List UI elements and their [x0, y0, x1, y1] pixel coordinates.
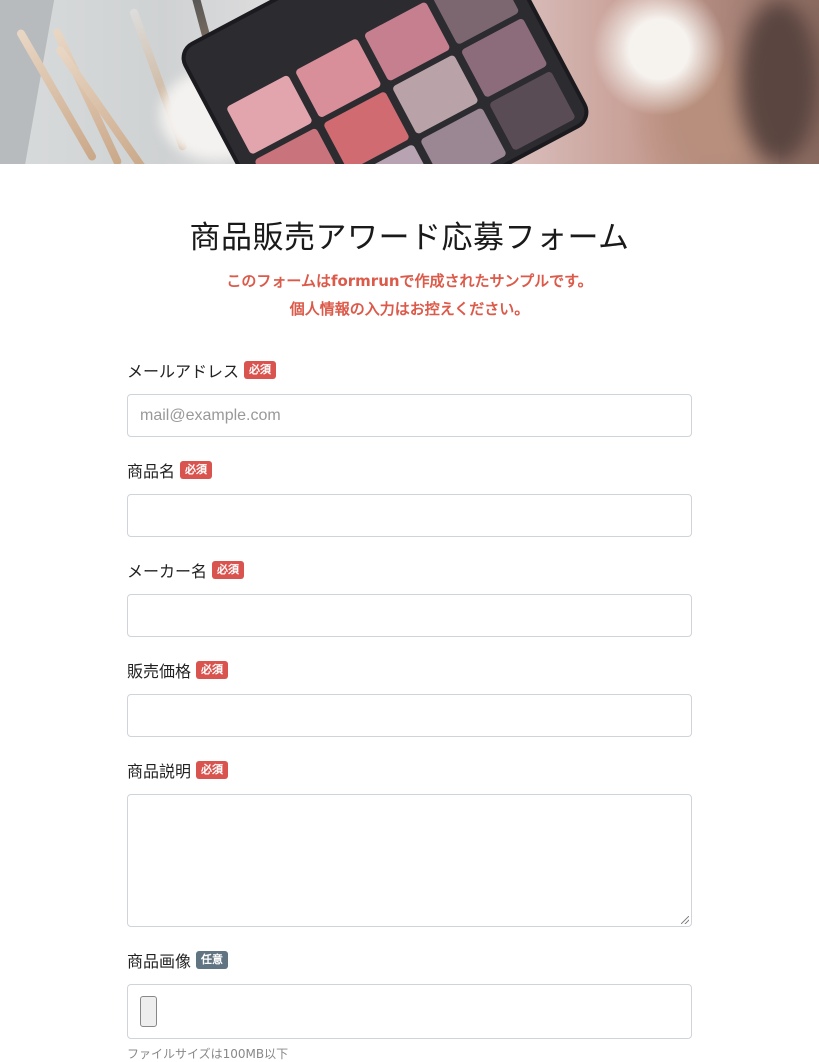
optional-badge: 任意 — [196, 951, 229, 969]
required-badge: 必須 — [212, 561, 245, 579]
email-label: メールアドレス — [127, 362, 240, 381]
price-field[interactable] — [127, 694, 692, 737]
price-label-row: 販売価格 必須 — [127, 659, 692, 681]
description-label-row: 商品説明 必須 — [127, 759, 692, 781]
page-title: 商品販売アワード応募フォーム — [189, 220, 630, 256]
description-textarea[interactable] — [127, 794, 692, 927]
description-group: 商品説明 必須 — [127, 759, 692, 927]
product-name-field[interactable] — [127, 494, 692, 537]
product-name-label-row: 商品名 必須 — [127, 459, 692, 481]
price-group: 販売価格 必須 — [127, 659, 692, 737]
file-select-button[interactable] — [140, 996, 157, 1027]
maker-name-group: メーカー名 必須 — [127, 559, 692, 637]
required-badge: 必須 — [196, 661, 229, 679]
notice-line-2: 個人情報の入力はお控えください。 — [289, 300, 530, 318]
form-container: 商品販売アワード応募フォーム このフォームはformrunで作成されたサンプルで… — [127, 212, 692, 1062]
email-field[interactable]: mail@example.com — [127, 394, 692, 437]
maker-name-field[interactable] — [127, 594, 692, 637]
email-group: メールアドレス 必須 mail@example.com — [127, 359, 692, 437]
image-label-row: 商品画像 任意 — [127, 949, 692, 971]
maker-name-label-row: メーカー名 必須 — [127, 559, 692, 581]
price-label: 販売価格 — [127, 662, 192, 681]
required-badge: 必須 — [196, 761, 229, 779]
file-size-hint: ファイルサイズは100MB以下 — [127, 1047, 289, 1061]
required-badge: 必須 — [180, 461, 213, 479]
header-image — [0, 0, 819, 164]
image-label: 商品画像 — [127, 952, 192, 971]
image-file-input[interactable] — [127, 984, 692, 1039]
required-badge: 必須 — [244, 361, 277, 379]
email-label-row: メールアドレス 必須 — [127, 359, 692, 381]
email-placeholder: mail@example.com — [140, 406, 281, 424]
image-group: 商品画像 任意 ファイルサイズは100MB以下 — [127, 949, 692, 1062]
notice-line-1: このフォームはformrunで作成されたサンプルです。 — [226, 272, 593, 290]
resize-handle-icon[interactable] — [681, 916, 689, 924]
description-label: 商品説明 — [127, 762, 192, 781]
sample-notice: このフォームはformrunで作成されたサンプルです。 個人情報の入力はお控えく… — [127, 267, 692, 323]
maker-name-label: メーカー名 — [127, 562, 208, 581]
product-name-group: 商品名 必須 — [127, 459, 692, 537]
product-name-label: 商品名 — [127, 462, 176, 481]
